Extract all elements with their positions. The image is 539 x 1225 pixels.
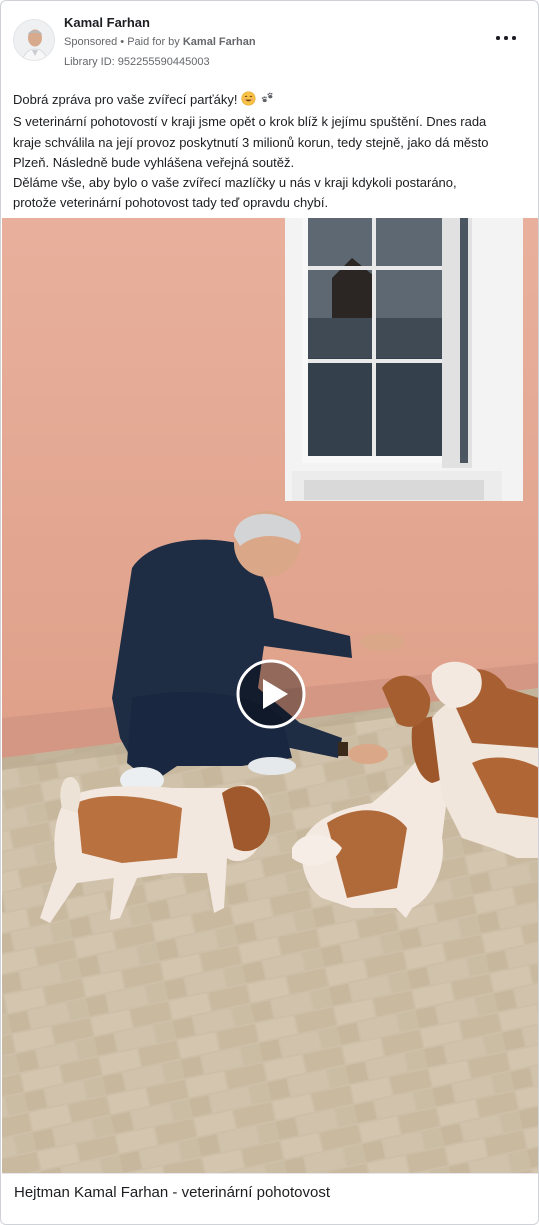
paid-for-name[interactable]: Kamal Farhan — [183, 36, 256, 48]
post-text-line: Plzeň. Následně bude vyhlášena veřejná s… — [13, 154, 295, 170]
library-id: Library ID: 952255590445003 — [64, 56, 210, 68]
post-text-line: S veterinární pohotovostí v kraji jsme o… — [13, 114, 487, 130]
post-text: Dobrá zpráva pro vaše zvířecí parťáky! S… — [13, 90, 529, 214]
author-name[interactable]: Kamal Farhan — [64, 15, 150, 30]
paw-prints-icon — [260, 91, 275, 112]
post-text-line: kraje schválila na její provoz poskytnut… — [13, 134, 489, 150]
more-horizontal-icon — [496, 36, 500, 40]
post-text-line: Děláme vše, aby bylo o vaše zvířecí mazl… — [13, 175, 457, 191]
post-text-line: protože veterinární pohotovost tady teď … — [13, 195, 329, 211]
video-title[interactable]: Hejtman Kamal Farhan - veterinární pohot… — [14, 1184, 330, 1201]
more-options-button[interactable] — [494, 29, 518, 47]
post-headline: Dobrá zpráva pro vaše zvířecí parťáky! — [13, 92, 238, 107]
post-text-line: Dobrá zpráva pro vaše zvířecí parťáky! — [13, 90, 529, 112]
post-header: Kamal Farhan Sponsored • Paid for by Kam… — [13, 13, 526, 71]
video-player[interactable] — [2, 218, 538, 1173]
smiling-face-icon — [241, 91, 256, 112]
more-dot — [504, 36, 508, 40]
play-button[interactable] — [236, 659, 306, 729]
meta-separator: • — [120, 36, 125, 48]
sponsored-line: Sponsored • Paid for by Kamal Farhan — [64, 36, 256, 48]
author-avatar[interactable] — [13, 19, 55, 61]
sponsored-label: Sponsored — [64, 36, 118, 48]
ad-card: Kamal Farhan Sponsored • Paid for by Kam… — [0, 0, 539, 1225]
video-caption-bar[interactable]: Hejtman Kamal Farhan - veterinární pohot… — [2, 1173, 538, 1224]
play-icon — [236, 659, 306, 729]
more-dot — [512, 36, 516, 40]
paid-for-label: Paid for by — [127, 36, 180, 48]
